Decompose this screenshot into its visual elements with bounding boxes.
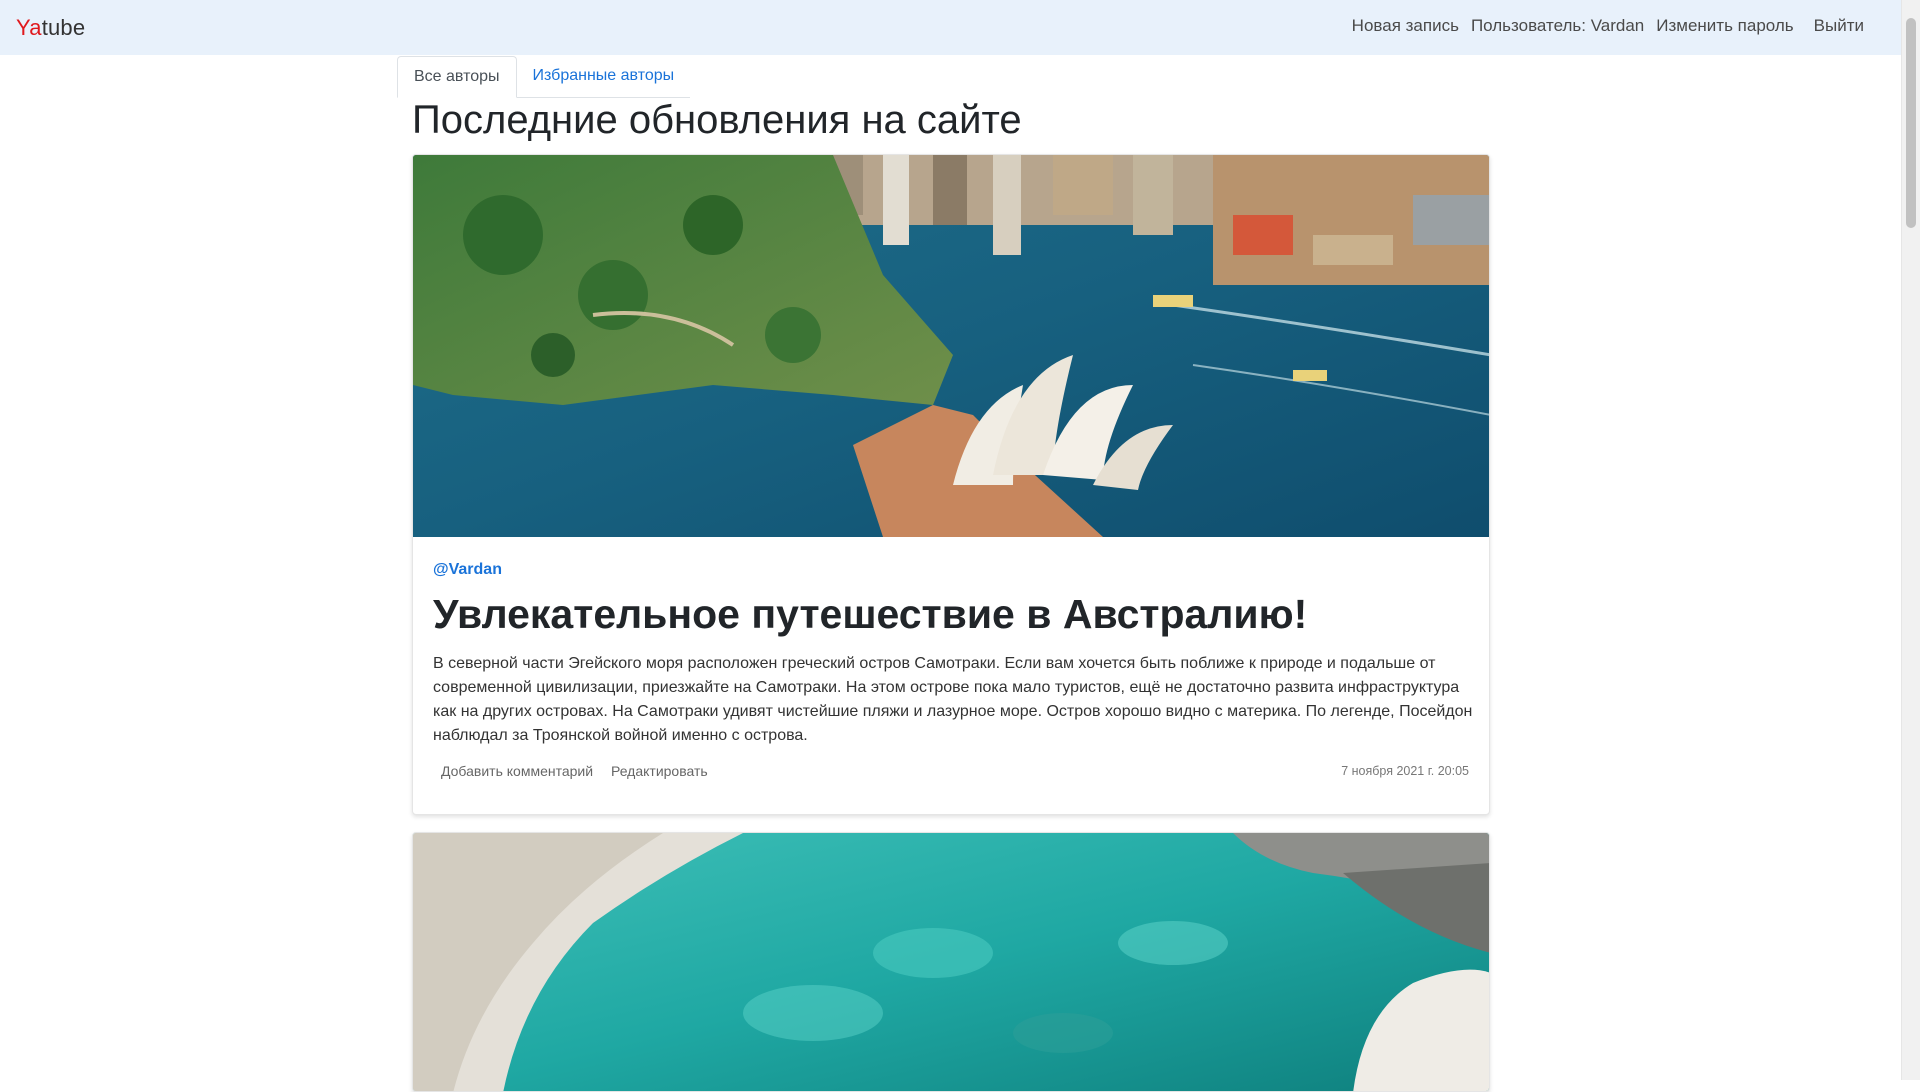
new-post-link[interactable]: Новая запись (1352, 16, 1459, 36)
brand-suffix: tube (41, 15, 86, 40)
post-text: В северной части Эгейского моря располож… (433, 655, 1473, 744)
post-actions: Добавить комментарий Редактировать (441, 763, 722, 779)
post-title: Увлекательное путешествие в Австралию! (433, 591, 1308, 637)
page-scrollbar[interactable] (1901, 0, 1920, 1080)
user-profile-link[interactable]: Пользователь: Vardan (1471, 16, 1644, 36)
logout-link[interactable]: Выйти (1814, 16, 1864, 36)
navbar: Yatube Новая запись Пользователь: Vardan… (0, 0, 1902, 55)
author-tabs: Все авторы Избранные авторы (397, 56, 691, 98)
post-card: @Vardan Увлекательное путешествие в Авст… (412, 154, 1490, 815)
brand-prefix: Ya (16, 15, 42, 40)
post-author-link[interactable]: @Vardan (433, 561, 502, 579)
add-comment-link[interactable]: Добавить комментарий (441, 763, 593, 779)
brand-logo[interactable]: Yatube (16, 15, 85, 41)
scrollbar-thumb[interactable] (1906, 18, 1916, 228)
tab-favorite-authors[interactable]: Избранные авторы (516, 56, 691, 98)
post-date: 7 ноября 2021 г. 20:05 (1341, 764, 1469, 778)
edit-post-link[interactable]: Редактировать (611, 763, 708, 779)
post-card (412, 832, 1490, 1092)
page-title: Последние обновления на сайте (412, 98, 1022, 142)
tab-all-authors[interactable]: Все авторы (397, 56, 517, 98)
change-password-link[interactable]: Изменить пароль (1656, 16, 1793, 36)
post-image (413, 155, 1489, 537)
post-image (413, 833, 1489, 1091)
nav-links: Новая запись Пользователь: Vardan Измени… (1340, 16, 1864, 36)
